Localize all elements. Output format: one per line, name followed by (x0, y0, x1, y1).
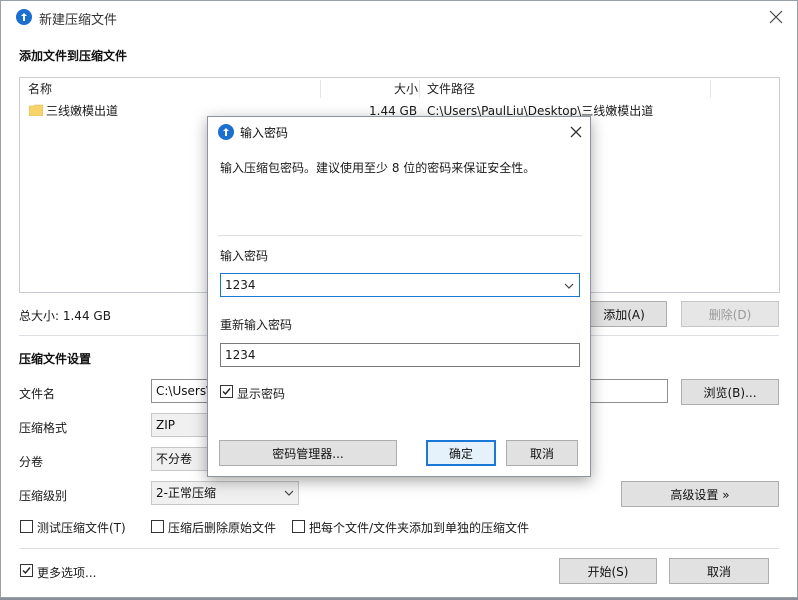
password-label: 输入密码 (220, 249, 269, 263)
password-manager-button[interactable]: 密码管理器... (219, 440, 397, 466)
test-archive-label: 测试压缩文件(T) (37, 521, 126, 535)
dialog-title: 输入密码 (240, 126, 289, 140)
password-input-value: 1234 (225, 278, 256, 292)
window-title: 新建压缩文件 (39, 13, 118, 28)
cancel-button[interactable]: 取消 (669, 558, 769, 584)
delete-button[interactable]: 删除(D) (681, 301, 779, 327)
filename-label: 文件名 (19, 387, 56, 401)
separate-archives-label: 把每个文件/文件夹添加到单独的压缩文件 (309, 521, 530, 535)
file-name-cell: 三线嫩模出道 (46, 104, 119, 118)
password-history-chevron-icon[interactable] (564, 283, 574, 289)
level-label: 压缩级别 (19, 489, 68, 503)
more-options-checkbox[interactable] (20, 564, 33, 577)
delete-original-label: 压缩后删除原始文件 (168, 521, 277, 535)
divider (218, 235, 582, 236)
reenter-password-input[interactable]: 1234 (220, 343, 580, 367)
column-divider[interactable] (320, 80, 321, 98)
total-size-label: 总大小: 1.44 GB (19, 309, 111, 323)
advanced-settings-button[interactable]: 高级设置 » (621, 481, 779, 507)
app-logo-icon (218, 124, 234, 140)
separate-archives-checkbox[interactable] (292, 520, 305, 533)
split-label: 分卷 (19, 455, 44, 469)
start-button[interactable]: 开始(S) (559, 558, 657, 584)
folder-icon (28, 104, 44, 117)
show-password-checkbox[interactable] (220, 385, 233, 398)
reenter-password-label: 重新输入密码 (220, 318, 293, 332)
ok-button[interactable]: 确定 (426, 440, 496, 466)
dialog-close-icon[interactable] (569, 125, 583, 139)
browse-button[interactable]: 浏览(B)... (681, 379, 779, 405)
column-divider[interactable] (419, 80, 420, 98)
app-logo-icon (16, 9, 32, 25)
password-dialog: 输入密码 输入压缩包密码。建议使用至少 8 位的密码来保证安全性。 输入密码 1… (207, 116, 591, 477)
section-add-files-title: 添加文件到压缩文件 (19, 49, 128, 63)
format-select[interactable]: ZIP (151, 413, 211, 437)
password-input[interactable]: 1234 (220, 273, 580, 297)
divider (19, 548, 779, 549)
level-select-value: 2-正常压缩 (156, 486, 216, 500)
more-options-label: 更多选项... (37, 566, 97, 580)
column-header-path[interactable]: 文件路径 (427, 78, 475, 100)
level-select[interactable]: 2-正常压缩 (151, 481, 299, 505)
dialog-cancel-button[interactable]: 取消 (506, 440, 578, 466)
column-header-size[interactable]: 大小 (394, 78, 418, 100)
checkmark-icon (22, 567, 31, 575)
chevron-down-icon[interactable] (284, 490, 294, 496)
column-divider[interactable] (710, 80, 711, 98)
dialog-description: 输入压缩包密码。建议使用至少 8 位的密码来保证安全性。 (220, 161, 536, 175)
checkmark-icon (222, 388, 231, 396)
add-button[interactable]: 添加(A) (581, 301, 667, 327)
section-settings-title: 压缩文件设置 (19, 352, 92, 366)
delete-original-checkbox[interactable] (151, 520, 164, 533)
show-password-label: 显示密码 (237, 387, 286, 401)
title-bar: 新建压缩文件 (1, 1, 797, 33)
split-select[interactable]: 不分卷 (151, 447, 211, 471)
column-header-name[interactable]: 名称 (28, 78, 52, 100)
close-icon[interactable] (769, 10, 783, 24)
format-label: 压缩格式 (19, 421, 68, 435)
test-archive-checkbox[interactable] (20, 520, 33, 533)
